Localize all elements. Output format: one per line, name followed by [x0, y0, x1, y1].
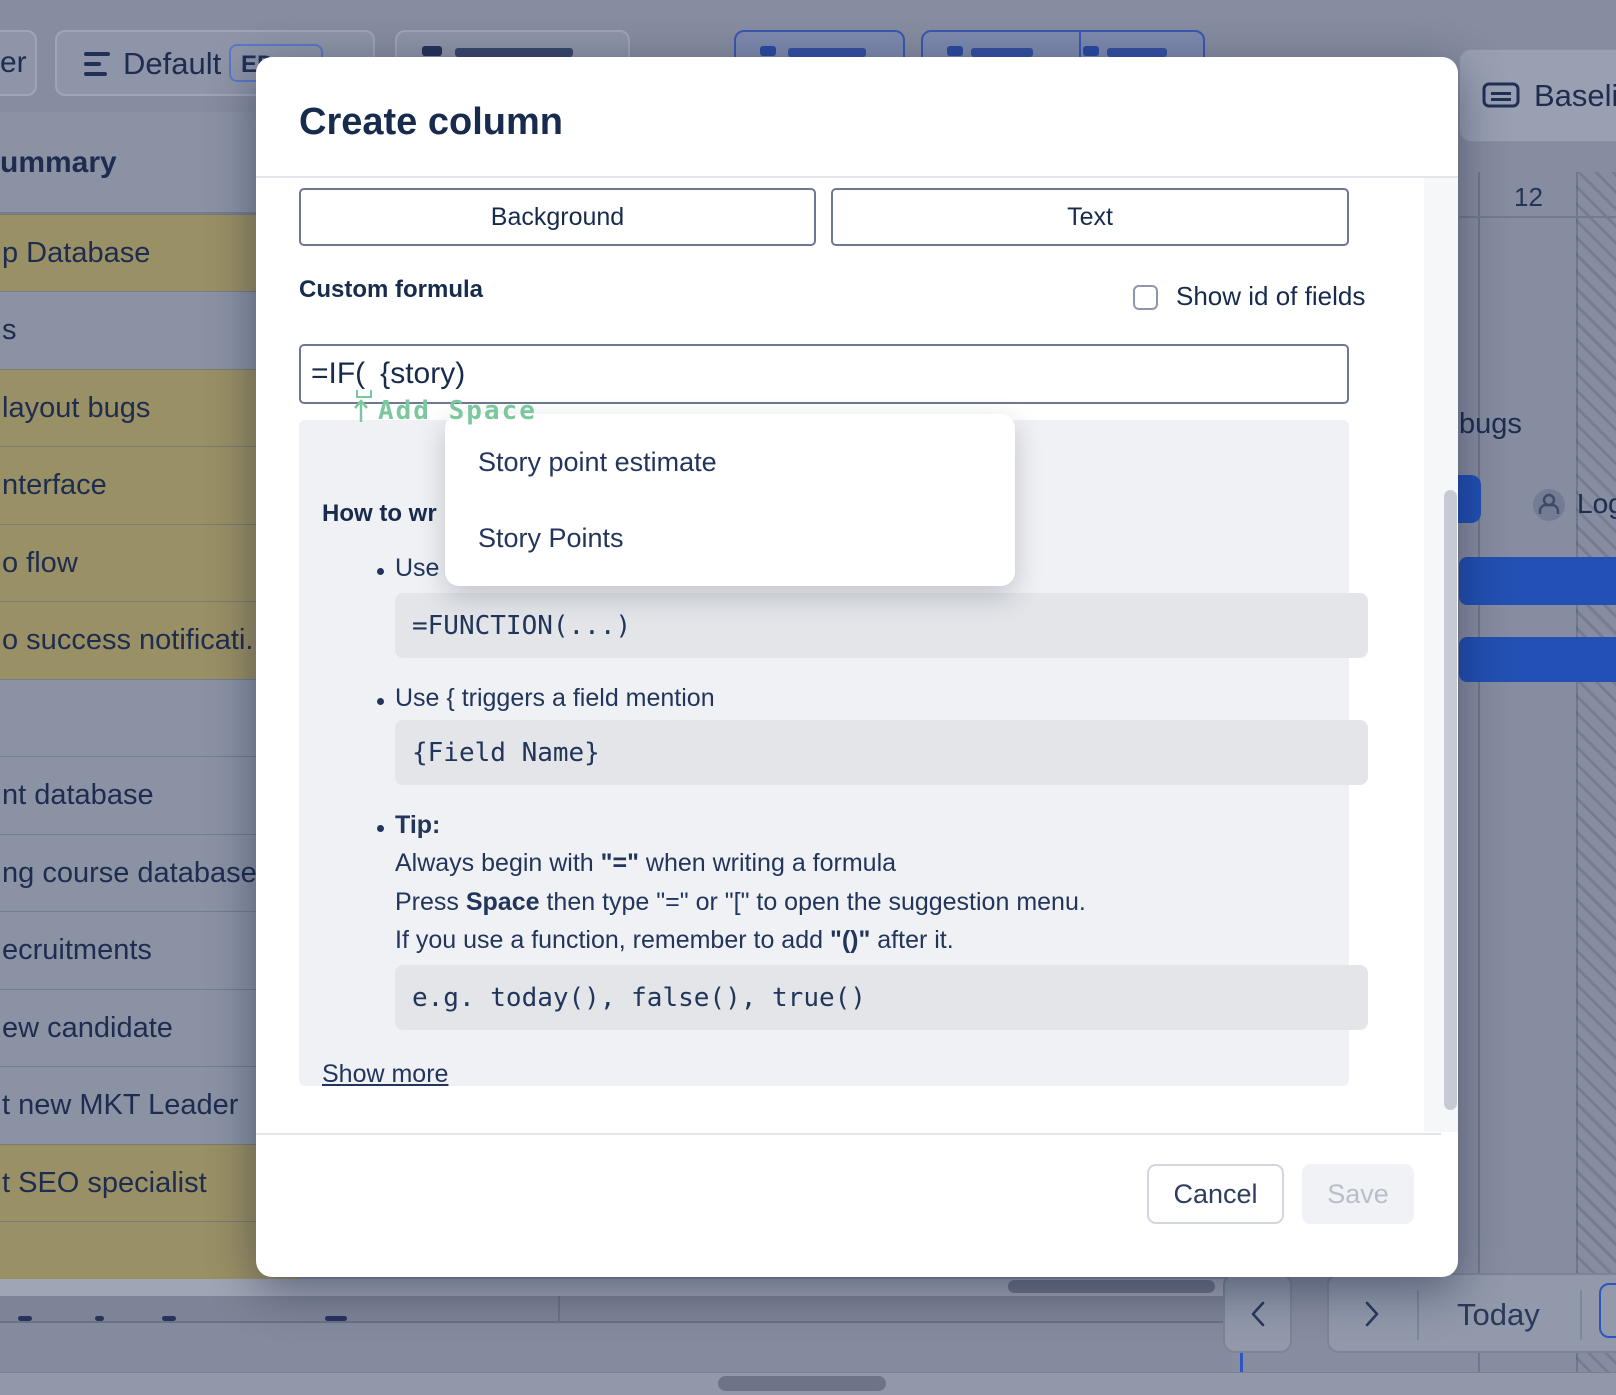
create-column-modal: Create column Background Text Custom for…: [256, 57, 1458, 1277]
add-space-hint: Add Space: [378, 396, 537, 426]
table-row[interactable]: o success notificati...: [0, 601, 300, 679]
table-row[interactable]: layout bugs: [0, 369, 300, 446]
custom-formula-label: Custom formula: [299, 276, 483, 304]
page-bottom-scroll-thumb[interactable]: [718, 1376, 886, 1391]
tab-text[interactable]: Text: [831, 188, 1349, 246]
table-row[interactable]: t new MKT Leader: [0, 1066, 300, 1144]
table-row[interactable]: ecruitments: [0, 911, 300, 989]
code-sample-function: =FUNCTION(...): [395, 593, 1368, 658]
suggestion-item[interactable]: Story point estimate: [445, 424, 1015, 500]
table-row[interactable]: s: [0, 291, 300, 369]
suggestion-item[interactable]: Story Points: [445, 500, 1015, 576]
gantt-grid-line: [1576, 172, 1578, 1372]
show-more-link[interactable]: Show more: [322, 1060, 448, 1089]
table-footer-band: [0, 1296, 1232, 1323]
summary-header-label: ummary: [0, 146, 117, 180]
formula-text-before: =IF(: [311, 357, 365, 391]
modal-footer-divider: [256, 1133, 1441, 1135]
assignee-label-tail: Log: [1577, 488, 1616, 520]
gantt-bar-label-tail: bugs: [1459, 408, 1522, 441]
modal-title: Create column: [299, 101, 563, 144]
gantt-grid-line: [1478, 172, 1480, 1372]
table-row[interactable]: ng course database: [0, 834, 300, 911]
gantt-day-header: 12: [1459, 172, 1616, 218]
table-row[interactable]: nt database: [0, 756, 300, 834]
table-footer-area: [0, 1323, 1232, 1372]
formula-input[interactable]: =IF( {story): [299, 344, 1349, 404]
help-tip-label: Tip:: [395, 811, 440, 840]
gantt-bar[interactable]: [1459, 637, 1616, 682]
baseline-label: Baseli: [1534, 78, 1616, 114]
table-row[interactable]: [0, 1221, 300, 1279]
modal-header-divider: [256, 176, 1458, 178]
gantt-bar[interactable]: [1459, 557, 1616, 605]
table-header-summary: ummary: [0, 112, 300, 214]
field-suggestion-dropdown: Story point estimate Story Points: [445, 414, 1015, 586]
tab-background[interactable]: Background: [299, 188, 816, 246]
code-sample-examples: e.g. today(), false(), true(): [395, 965, 1368, 1030]
help-tip-line: Always begin with "=" when writing a for…: [395, 849, 896, 878]
baseline-button[interactable]: Baseli: [1459, 49, 1616, 142]
save-button-disabled[interactable]: Save: [1302, 1164, 1414, 1224]
horizontal-scrollbar-thumb[interactable]: [1008, 1280, 1215, 1293]
table-row[interactable]: nterface: [0, 446, 300, 524]
help-heading: How to wr: [322, 500, 437, 528]
arrow-up-icon: [352, 398, 370, 424]
gantt-prev-button[interactable]: [1223, 1273, 1292, 1353]
show-id-checkbox[interactable]: [1133, 285, 1158, 310]
code-sample-field: {Field Name}: [395, 720, 1368, 785]
table-row[interactable]: t SEO specialist: [0, 1144, 300, 1221]
table-row[interactable]: o flow: [0, 524, 300, 601]
table-row[interactable]: ew candidate: [0, 989, 300, 1066]
modal-scroll-thumb[interactable]: [1444, 490, 1457, 1110]
view-selector-label: Default: [123, 46, 221, 82]
help-tip-line: Press Space then type "=" or "[" to open…: [395, 888, 1086, 917]
today-button[interactable]: Today: [1457, 1297, 1540, 1333]
chevron-right-icon[interactable]: [1361, 1299, 1385, 1329]
cancel-button[interactable]: Cancel: [1147, 1164, 1284, 1224]
formula-text-after: {story): [380, 357, 465, 391]
zoom-control-fragment[interactable]: [1599, 1283, 1616, 1338]
help-bullet-2: Use { triggers a field mention: [395, 684, 715, 713]
toolbar-partial-button[interactable]: er: [0, 30, 37, 96]
app-root: er Default ED: [0, 0, 1616, 1395]
show-id-label: Show id of fields: [1176, 281, 1365, 312]
table-row[interactable]: [0, 679, 300, 756]
table-row[interactable]: p Database: [0, 214, 300, 291]
space-marker-icon: [356, 390, 372, 398]
toolbar-partial-label: er: [0, 46, 27, 80]
help-tip-line: If you use a function, remember to add "…: [395, 926, 954, 955]
day-header-label: 12: [1514, 182, 1543, 213]
gantt-nav-panel: Today: [1327, 1273, 1616, 1353]
gantt-weekend-hatch: [1576, 172, 1616, 1372]
